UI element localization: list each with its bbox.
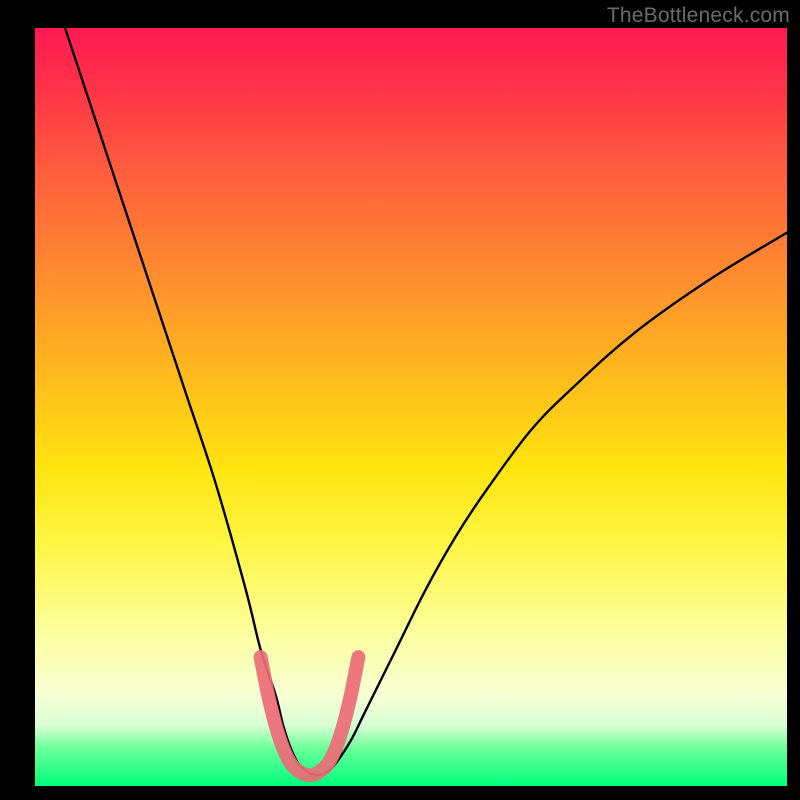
bottleneck-curve: [65, 28, 787, 775]
plot-area: [35, 28, 787, 786]
watermark-text: TheBottleneck.com: [607, 4, 790, 28]
chart-frame: TheBottleneck.com: [0, 0, 800, 800]
curve-layer: [35, 28, 787, 786]
highlight-band: [261, 657, 359, 775]
